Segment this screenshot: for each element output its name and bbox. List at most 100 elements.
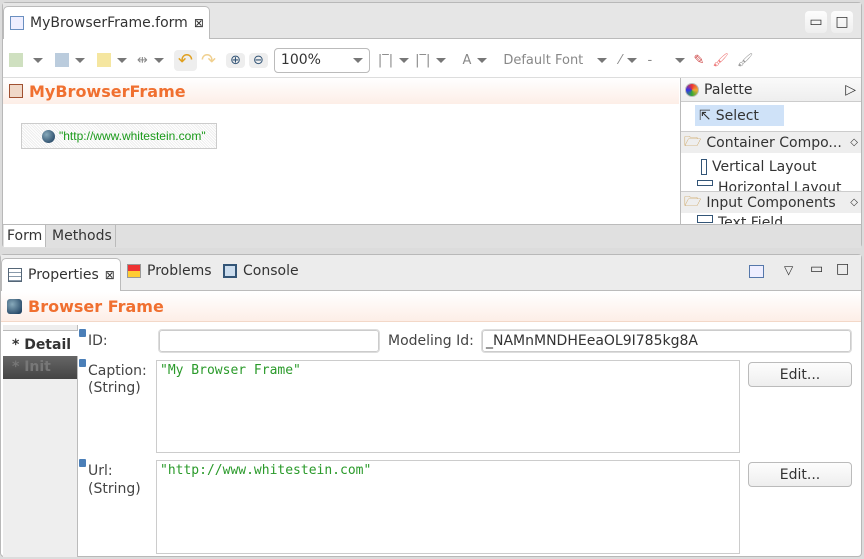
dropdown-icon[interactable] [75, 57, 85, 63]
select-label: Select [715, 107, 759, 124]
tab-label: MyBrowserFrame.form [30, 15, 188, 31]
form-icon [9, 84, 23, 98]
form-editor: MyBrowserFrame.form ⊠ ▭ □ ⇹ ↶ ↷ ⊕ ⊖ 100%… [2, 2, 862, 248]
palette-header: Palette ▷ [681, 78, 861, 102]
palette-group-input[interactable]: 🗁 Input Components ◇ [681, 191, 861, 213]
properties-title: Browser Frame [28, 297, 164, 316]
font-selector[interactable]: Default Font [503, 53, 583, 68]
border-icon[interactable]: |‾| [415, 53, 430, 68]
palette-select[interactable]: ⇱ Select [695, 105, 784, 126]
collapse-palette-icon[interactable]: ▷ [845, 82, 856, 98]
palette-group-container[interactable]: 🗁 Container Compo... ◇ [681, 131, 861, 153]
url-field[interactable]: "http://www.whitestein.com" [156, 460, 740, 554]
caption-label: Caption: [88, 363, 147, 379]
font-color[interactable]: A [462, 53, 471, 68]
info-icon [79, 459, 86, 467]
maximize-icon[interactable]: □ [836, 261, 849, 277]
vertical-layout-icon [701, 159, 707, 175]
close-icon[interactable]: ⊠ [105, 268, 115, 282]
palette-item-vertical-layout[interactable]: Vertical Layout [701, 156, 816, 178]
tab-label: Problems [147, 263, 212, 279]
palette-title: Palette [704, 81, 753, 98]
spacing-icon[interactable]: ⇹ [137, 53, 148, 68]
zoom-combo[interactable]: 100% [273, 47, 370, 73]
undo-icon[interactable]: ↶ [173, 49, 197, 71]
caption-edit-button[interactable]: Edit... [748, 362, 852, 387]
info-icon [79, 359, 86, 367]
dropdown-icon[interactable] [436, 57, 447, 63]
dropdown-icon[interactable] [352, 57, 363, 63]
tab-console[interactable]: Console [223, 263, 299, 279]
globe-icon [42, 129, 55, 143]
url-edit-button[interactable]: Edit... [748, 462, 852, 487]
close-icon[interactable]: ⊠ [194, 16, 204, 30]
group-label: Input Components [706, 194, 836, 211]
properties-header: Browser Frame [1, 292, 861, 322]
form-file-icon [10, 16, 24, 30]
paint-brush-icon[interactable]: 🖌 [712, 53, 729, 68]
size-icon[interactable] [97, 53, 111, 67]
folder-icon: 🗁 [684, 193, 702, 210]
dropdown-icon[interactable] [627, 57, 638, 63]
view-menu-icon[interactable]: ▽ [784, 263, 793, 277]
tab-problems[interactable]: Problems [127, 263, 212, 279]
zoom-value: 100% [280, 52, 321, 68]
dropdown-icon[interactable] [117, 57, 127, 63]
text-field-icon [697, 215, 713, 223]
maximize-button[interactable]: □ [831, 11, 853, 33]
palette: Palette ▷ ⇱ Select 🗁 Container Compo... … [680, 78, 861, 224]
tab-mybrowserframe-form[interactable]: MyBrowserFrame.form ⊠ [3, 6, 210, 39]
form-title: MyBrowserFrame [29, 81, 186, 101]
brush-icon[interactable]: 🖌 [737, 53, 754, 68]
minimize-button[interactable]: ▭ [805, 11, 827, 33]
dropdown-icon[interactable] [153, 57, 164, 63]
url-label: Url: [88, 463, 113, 479]
item-label: Text Field [718, 215, 784, 224]
tab-methods[interactable]: Methods [49, 225, 116, 247]
folder-icon: 🗁 [684, 133, 702, 150]
browser-url: "http://www.whitestein.com" [59, 129, 206, 143]
palette-icon [685, 82, 699, 97]
tab-properties[interactable]: Properties ⊠ [1, 258, 121, 291]
dropdown-icon[interactable] [477, 57, 488, 63]
redo-icon[interactable]: ↷ [201, 50, 216, 71]
tab-form[interactable]: Form [4, 225, 47, 247]
pin-icon[interactable]: ◇ [850, 197, 858, 208]
group-label: Container Compo... [706, 134, 842, 151]
modeling-id-field[interactable]: _NAMnMNDHEeaOL9I785kg8A [481, 329, 852, 353]
editor-toolbar: ⇹ ↶ ↷ ⊕ ⊖ 100% |‾| |‾| A Default Font ⁄ … [9, 45, 809, 75]
pin-view-icon[interactable] [749, 265, 764, 278]
modeling-id-label: Modeling Id: [388, 333, 474, 349]
tab-label: Properties [28, 267, 99, 283]
form-header: MyBrowserFrame [3, 78, 679, 104]
border-icon[interactable]: |‾| [378, 53, 393, 68]
dropdown-icon[interactable] [33, 57, 43, 63]
dropdown-icon[interactable] [675, 57, 686, 63]
line-style[interactable]: - [647, 53, 669, 68]
zoom-out-icon[interactable]: ⊖ [249, 52, 268, 68]
distribute-icon[interactable] [55, 53, 69, 67]
problems-icon [127, 264, 141, 278]
line-icon[interactable]: ⁄ [619, 53, 621, 68]
dropdown-icon[interactable] [597, 57, 608, 63]
dropdown-icon[interactable] [399, 57, 410, 63]
align-icon[interactable] [9, 53, 23, 67]
editor-tabbar: MyBrowserFrame.form ⊠ ▭ □ [3, 3, 861, 39]
minimize-icon[interactable]: ▭ [810, 261, 823, 277]
globe-icon [7, 299, 22, 314]
side-tab-init[interactable]: * Init [3, 356, 77, 379]
pin-icon[interactable]: ◇ [850, 137, 858, 148]
tab-label: Console [243, 263, 299, 279]
url-type: (String) [88, 481, 141, 497]
id-field[interactable] [158, 329, 380, 353]
zoom-in-icon[interactable]: ⊕ [226, 52, 245, 68]
item-label: Vertical Layout [712, 159, 817, 175]
id-label: ID: [88, 333, 108, 349]
color-picker-icon[interactable]: ✎ [693, 53, 704, 68]
caption-field[interactable]: "My Browser Frame" [156, 360, 740, 453]
browser-widget[interactable]: "http://www.whitestein.com" [21, 123, 217, 149]
palette-item-text-field[interactable]: Text Field [697, 215, 783, 224]
properties-icon [8, 268, 22, 282]
side-tab-detail[interactable]: * Detail [3, 330, 78, 356]
console-icon [223, 264, 237, 278]
